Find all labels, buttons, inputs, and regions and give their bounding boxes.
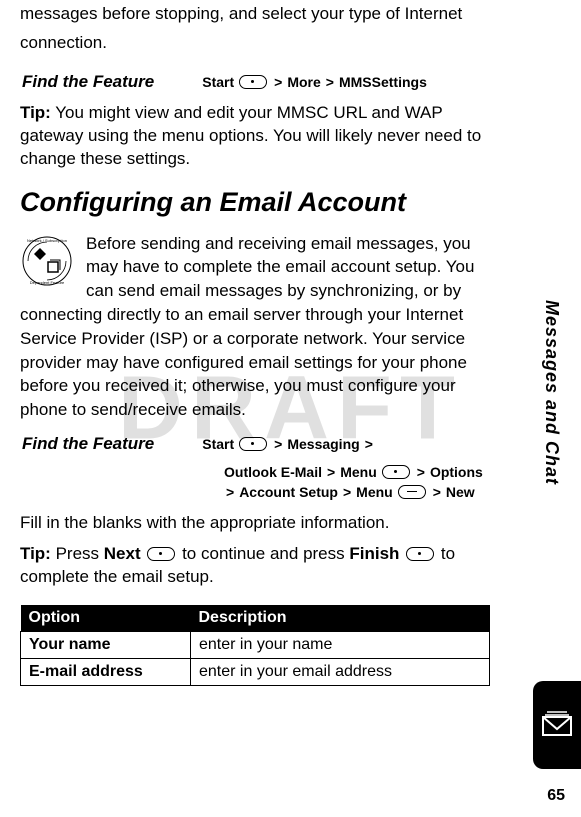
body-paragraph-1: Network / Subscription Dependent Feature…: [20, 232, 490, 422]
intro-paragraph: messages before stopping, and select you…: [20, 0, 490, 58]
option-cell: Your name: [21, 631, 191, 658]
table-row: E-mail address enter in your email addre…: [21, 658, 490, 685]
find-feature-row-1: Find the Feature Start > More > MMSSetti…: [22, 72, 490, 92]
nav-separator: >: [274, 74, 282, 90]
tip2-pre: Press: [51, 544, 104, 563]
mail-icon: [539, 707, 575, 743]
description-cell: enter in your email address: [191, 658, 490, 685]
table-header-option: Option: [21, 605, 191, 632]
softkey-icon: [147, 547, 175, 561]
softkey-icon: [382, 465, 410, 479]
tip-text: You might view and edit your MMSC URL an…: [20, 103, 481, 168]
nav-account-setup: Account Setup: [239, 484, 338, 500]
tip-label: Tip:: [20, 103, 51, 122]
nav-mmssettings: MMSSettings: [339, 74, 427, 90]
section-heading: Configuring an Email Account: [20, 187, 490, 218]
softkey-icon: [239, 437, 267, 451]
find-feature-label: Find the Feature: [22, 434, 154, 454]
nav-menu: Menu: [356, 484, 393, 500]
nav-separator: >: [327, 464, 335, 480]
tip2-finish: Finish: [349, 544, 399, 563]
nav-messaging: Messaging: [287, 436, 359, 452]
table-row: Your name enter in your name: [21, 631, 490, 658]
svg-text:Dependent Feature: Dependent Feature: [30, 280, 65, 285]
nav-separator: >: [343, 484, 351, 500]
softkey-icon: [406, 547, 434, 561]
nav-outlook: Outlook E-Mail: [224, 464, 322, 480]
nav-start: Start: [202, 74, 234, 90]
tip2-mid: to continue and press: [177, 544, 349, 563]
tip-label: Tip:: [20, 544, 51, 563]
tip-paragraph-1: Tip: You might view and edit your MMSC U…: [20, 102, 490, 171]
network-subscription-icon: Network / Subscription Dependent Feature: [20, 234, 74, 288]
nav-separator: >: [433, 484, 441, 500]
nav-separator: >: [326, 74, 334, 90]
side-tab: [533, 681, 581, 769]
nav-options: Options: [430, 464, 483, 480]
nav-start: Start: [202, 436, 234, 452]
find-feature-label: Find the Feature: [22, 72, 154, 92]
nav-more: More: [287, 74, 320, 90]
nav-path-1: Start > More > MMSSettings: [202, 74, 427, 90]
nav-path-2a: Start > Messaging >: [202, 436, 375, 452]
sidebar-text: Messages and Chat: [541, 300, 562, 485]
options-table: Option Description Your name enter in yo…: [20, 605, 490, 686]
nav-separator: >: [365, 436, 373, 452]
nav-separator: >: [274, 436, 282, 452]
find-feature-row-2: Find the Feature Start > Messaging >: [22, 434, 490, 454]
sidebar-label: Messages and Chat: [541, 300, 569, 720]
nav-menu: Menu: [340, 464, 377, 480]
nav-path-2c: > Account Setup > Menu > New: [224, 484, 490, 500]
softkey-line-icon: [398, 485, 426, 499]
table-header-row: Option Description: [21, 605, 490, 632]
nav-path-2b: Outlook E-Mail > Menu > Options: [224, 464, 490, 480]
nav-separator: >: [226, 484, 234, 500]
body-text-1: Before sending and receiving email messa…: [20, 234, 474, 420]
page-number: 65: [547, 787, 565, 805]
svg-text:Network / Subscription: Network / Subscription: [27, 238, 67, 243]
nav-new: New: [446, 484, 475, 500]
tip2-next: Next: [104, 544, 141, 563]
tip-paragraph-2: Tip: Press Next to continue and press Fi…: [20, 543, 490, 589]
nav-separator: >: [417, 464, 425, 480]
table-header-description: Description: [191, 605, 490, 632]
option-cell: E-mail address: [21, 658, 191, 685]
fill-paragraph: Fill in the blanks with the appropriate …: [20, 512, 490, 535]
description-cell: enter in your name: [191, 631, 490, 658]
softkey-icon: [239, 75, 267, 89]
